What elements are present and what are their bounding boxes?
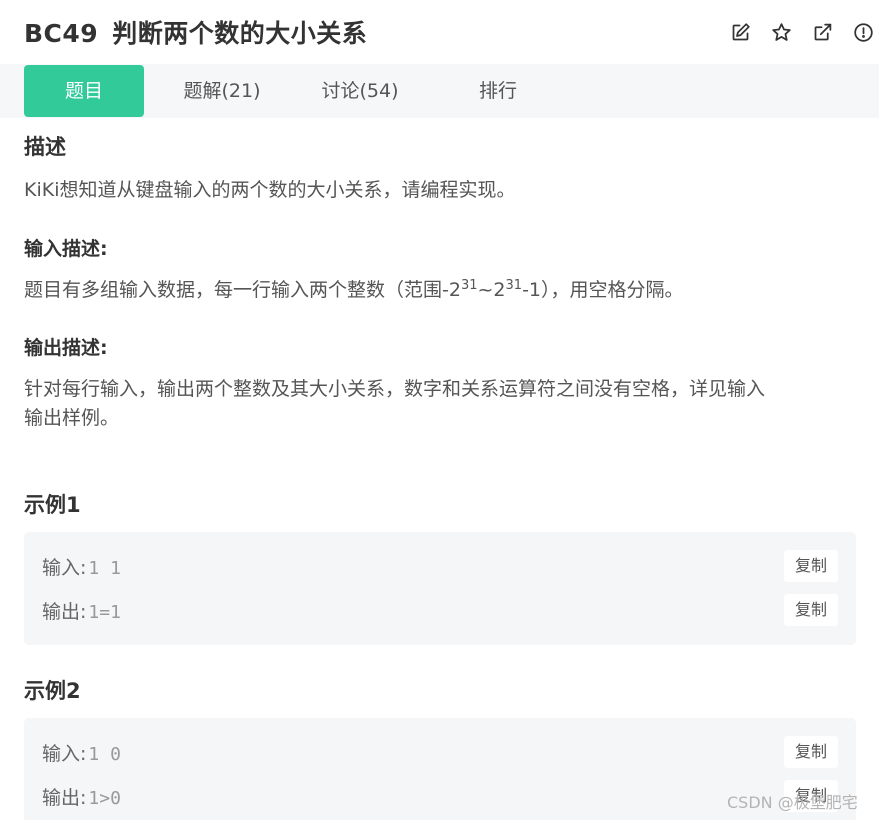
watermark: CSDN @极堡肥宅 — [727, 793, 858, 812]
example-1-input: 输入: 1 1 — [42, 557, 121, 579]
tab-solutions[interactable]: 题解(21) — [162, 65, 282, 117]
problem-name: 判断两个数的大小关系 — [112, 19, 368, 48]
example-2-input-value: 1 0 — [88, 744, 121, 765]
example-2-input: 输入: 1 0 — [42, 743, 121, 765]
copy-input-button[interactable]: 复制 — [784, 736, 838, 768]
tab-problem[interactable]: 题目 — [24, 65, 144, 117]
tab-ranking[interactable]: 排行 — [438, 65, 558, 117]
copy-output-button[interactable]: 复制 — [784, 594, 838, 626]
problem-title: BC49 判断两个数的大小关系 — [24, 14, 367, 50]
problem-code: BC49 — [24, 19, 99, 48]
star-icon[interactable] — [769, 20, 793, 44]
external-link-icon[interactable] — [810, 20, 834, 44]
description-heading: 描述 — [24, 135, 66, 159]
example-1-box: 输入: 1 1 复制 输出: 1=1 复制 — [24, 532, 856, 645]
tab-bar: 题目 题解(21) 讨论(54) 排行 — [0, 64, 879, 118]
example-2-title: 示例2 — [24, 679, 81, 703]
example-2-output-value: 1>0 — [88, 788, 121, 809]
input-desc-heading: 输入描述: — [24, 238, 108, 260]
output-desc-heading: 输出描述: — [24, 337, 108, 359]
tab-discussion[interactable]: 讨论(54) — [300, 65, 420, 117]
copy-input-button[interactable]: 复制 — [784, 550, 838, 582]
report-icon[interactable] — [851, 20, 875, 44]
description-text: KiKi想知道从键盘输入的两个数的大小关系，请编程实现。 — [24, 179, 516, 201]
example-1-output: 输出: 1=1 — [42, 601, 121, 623]
header-actions — [728, 20, 875, 44]
example-1-input-value: 1 1 — [88, 558, 121, 579]
example-1-title: 示例1 — [24, 493, 81, 517]
example-2-output: 输出: 1>0 — [42, 787, 121, 809]
example-1-output-value: 1=1 — [88, 602, 121, 623]
output-desc-text: 针对每行输入，输出两个整数及其大小关系，数字和关系运算符之间没有空格，详见输入 … — [24, 378, 766, 429]
input-desc-text: 题目有多组输入数据，每一行输入两个整数（范围-231~231-1），用空格分隔。 — [24, 278, 684, 301]
edit-icon[interactable] — [728, 20, 752, 44]
problem-header: BC49 判断两个数的大小关系 — [0, 0, 879, 64]
